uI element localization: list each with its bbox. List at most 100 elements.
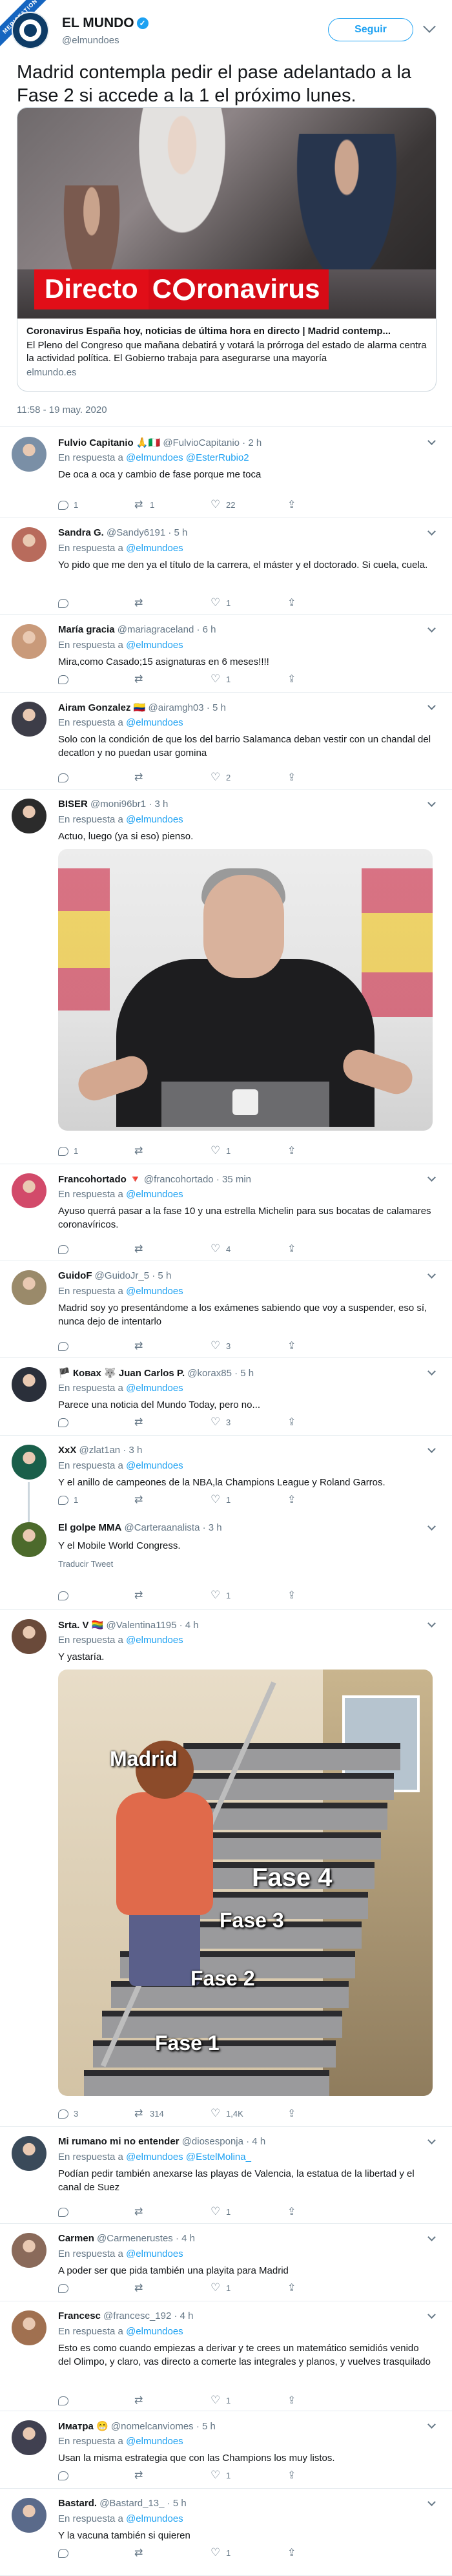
reply-button[interactable] [58,773,134,782]
in-reply-to-mention[interactable]: @elmundoes [126,1383,183,1394]
chevron-down-icon[interactable] [427,1619,436,1628]
in-reply-to-mention[interactable]: @elmundoes [126,640,183,651]
reply-author-name[interactable]: Carmen [58,2233,94,2244]
reply-author-handle[interactable]: @francohortado · 35 min [144,1174,251,1185]
reply-button[interactable]: 3 [58,2109,134,2119]
like-button[interactable]: 1 [211,2546,287,2559]
reply-tweet[interactable]: Sandra G. @Sandy6191 · 5 h En respuesta a… [0,518,452,615]
share-button[interactable] [287,498,363,511]
account-avatar-logo[interactable] [12,12,49,49]
reply-tweet[interactable]: GuidoF @GuidoJr_5 · 5 h En respuesta a @e… [0,1261,452,1358]
reply-author-handle[interactable]: @FulvioCapitanio · 2 h [163,437,262,448]
reply-author-handle[interactable]: @korax85 · 5 h [187,1368,254,1379]
like-button[interactable]: 1 [211,1589,287,1602]
retweet-button[interactable] [134,771,211,784]
chevron-down-icon[interactable] [427,624,436,633]
reply-author-name[interactable]: Sandra G. [58,527,104,538]
share-button[interactable] [287,2469,363,2482]
retweet-button[interactable]: 314 [134,2107,211,2120]
retweet-button[interactable] [134,1416,211,1429]
share-button[interactable] [287,673,363,686]
retweet-button[interactable] [134,2546,211,2559]
reply-author-name[interactable]: Bastard. [58,2498,97,2509]
retweet-button[interactable] [134,673,211,686]
reply-author-name[interactable]: Mi rumano mi no entender [58,2136,180,2147]
reply-avatar[interactable] [12,1270,46,1305]
reply-tweet[interactable]: 🏴 Ковах 🐺 Juan Carlos P. @korax85 · 5 h E… [0,1358,452,1436]
chevron-down-icon[interactable] [427,2498,436,2506]
retweet-button[interactable] [134,596,211,609]
like-button[interactable]: 1 [211,2394,287,2407]
reply-photo-stairs-meme[interactable]: Madrid Fase 4 Fase 3 Fase 2 Fase 1 [58,1670,433,2096]
reply-author-handle[interactable]: @moni96br1 · 3 h [90,799,168,810]
tweet-timestamp[interactable]: 11:58 - 19 may. 2020 [17,404,107,415]
chevron-down-icon[interactable] [427,2310,436,2319]
reply-button[interactable] [58,2548,134,2558]
like-button[interactable]: 3 [211,1416,287,1429]
reply-avatar[interactable] [12,2310,46,2345]
reply-button[interactable] [58,598,134,608]
chevron-down-icon[interactable] [427,1445,436,1453]
reply-author-handle[interactable]: @GuidoJr_5 · 5 h [95,1270,172,1281]
share-button[interactable] [287,2205,363,2218]
like-button[interactable]: 3 [211,1339,287,1352]
reply-button[interactable] [58,1341,134,1351]
chevron-down-icon[interactable] [423,20,436,33]
account-handle[interactable]: @elmundoes [62,35,119,46]
reply-author-handle[interactable]: @zlat1an · 3 h [79,1445,143,1456]
reply-avatar[interactable] [12,624,46,659]
chevron-down-icon[interactable] [427,527,436,536]
reply-button[interactable]: 1 [58,500,134,510]
reply-author-handle[interactable]: @airamgh03 · 5 h [149,702,226,713]
reply-author-handle[interactable]: @Bastard_13_ · 5 h [99,2498,186,2509]
reply-author-name[interactable]: Srta. V 🏳️‍🌈 [58,1620,103,1631]
reply-author-name[interactable]: GuidoF [58,1270,92,1281]
like-button[interactable]: 1 [211,2469,287,2482]
like-button[interactable]: 2 [211,771,287,784]
reply-button[interactable] [58,1244,134,1254]
reply-tweet[interactable]: Иматра 😁 @nomelcanviomes · 5 h En respues… [0,2411,452,2489]
reply-avatar[interactable] [12,2136,46,2171]
share-button[interactable] [287,2281,363,2294]
reply-tweet[interactable]: Bastard. @Bastard_13_ · 5 h En respuesta … [0,2489,452,2576]
reply-avatar[interactable] [12,2498,46,2533]
like-button[interactable]: 1 [211,2281,287,2294]
reply-author-handle[interactable]: @francesc_192 · 4 h [103,2310,193,2321]
reply-button[interactable] [58,1418,134,1427]
reply-button[interactable]: 1 [58,1495,134,1505]
share-button[interactable] [287,2546,363,2559]
reply-avatar[interactable] [12,2233,46,2268]
retweet-button[interactable] [134,1589,211,1602]
account-name-row[interactable]: EL MUNDO ✓ [62,16,149,31]
in-reply-to-mention[interactable]: @elmundoes [126,543,183,554]
retweet-button[interactable] [134,1144,211,1157]
like-button[interactable]: 4 [211,1242,287,1255]
retweet-button[interactable] [134,2205,211,2218]
reply-author-handle[interactable]: @mariagraceland · 6 h [118,624,216,635]
share-button[interactable] [287,2394,363,2407]
like-button[interactable]: 22 [211,498,287,511]
reply-avatar[interactable] [12,799,46,833]
follow-button[interactable]: Seguir [328,18,413,41]
reply-tweet[interactable]: Fulvio Capitanio 🙏🇮🇹 @FulvioCapitanio · … [0,428,452,518]
like-button[interactable]: 1 [211,1144,287,1157]
chevron-down-icon[interactable] [427,2233,436,2241]
reply-avatar[interactable] [12,1367,46,1402]
retweet-button[interactable] [134,1339,211,1352]
reply-author-name[interactable]: María gracia [58,624,115,635]
retweet-button[interactable] [134,2394,211,2407]
reply-author-handle[interactable]: @Valentina1195 · 4 h [107,1620,199,1631]
chevron-down-icon[interactable] [427,2136,436,2144]
in-reply-to-mention[interactable]: @elmundoes [126,1635,183,1646]
chevron-down-icon[interactable] [427,1270,436,1279]
like-button[interactable]: 1 [211,2205,287,2218]
chevron-down-icon[interactable] [427,1173,436,1182]
account-name[interactable]: EL MUNDO [62,16,134,30]
share-button[interactable] [287,1416,363,1429]
reply-tweet[interactable]: Francohortado 🔻 @francohortado · 35 min E… [0,1164,452,1261]
reply-avatar[interactable] [12,437,46,472]
reply-tweet[interactable]: BISER @moni96br1 · 3 h En respuesta a @el… [0,790,452,1164]
in-reply-to-mention[interactable]: @elmundoes [126,2513,183,2524]
retweet-button[interactable] [134,2469,211,2482]
retweet-button[interactable] [134,2281,211,2294]
